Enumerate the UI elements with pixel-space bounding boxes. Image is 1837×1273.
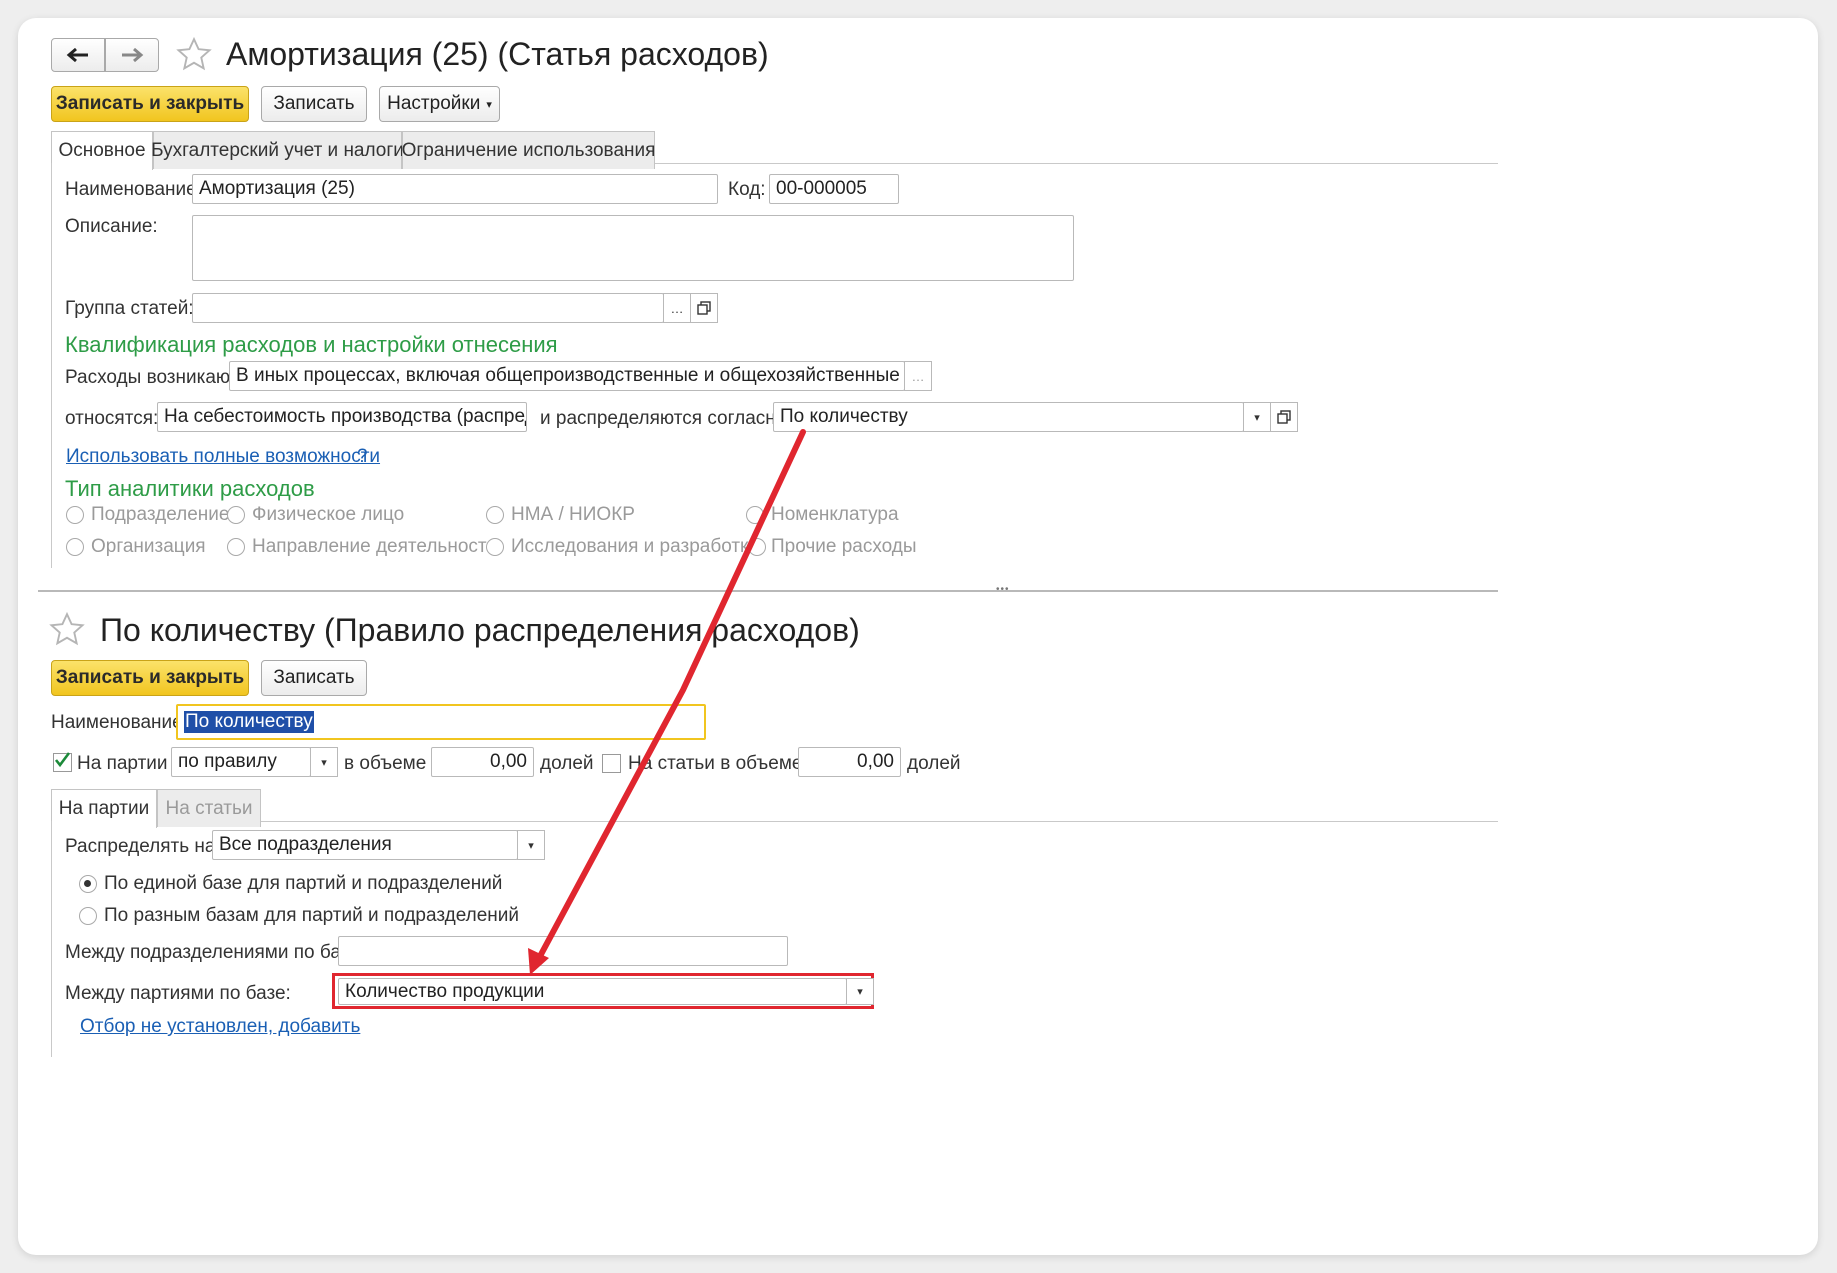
- distribute-rule-field[interactable]: По количеству: [773, 402, 1244, 432]
- volume-field[interactable]: 0,00: [431, 747, 534, 777]
- group-select-button[interactable]: …: [663, 293, 691, 323]
- open-window-icon: [1277, 410, 1291, 424]
- items-checkbox[interactable]: [602, 754, 621, 773]
- qualification-heading: Квалификация расходов и настройки отнесе…: [65, 332, 558, 357]
- description-field[interactable]: [192, 215, 1074, 281]
- analytics-radio-person[interactable]: [227, 506, 245, 524]
- analytics-radio-nomenclature[interactable]: [746, 506, 764, 524]
- chevron-down-icon: ▾: [1254, 411, 1260, 424]
- different-bases-label: По разным базам для партий и подразделен…: [104, 905, 520, 926]
- items-label: На статьи в объеме: [628, 753, 803, 774]
- group-open-button[interactable]: [690, 293, 718, 323]
- relate-field[interactable]: На себестоимость производства (распредел…: [157, 402, 527, 432]
- analytics-radio-department[interactable]: [66, 506, 84, 524]
- group-label: Группа статей:: [65, 298, 194, 319]
- save-close-button[interactable]: Записать и закрыть: [51, 86, 249, 122]
- relate-label: относятся:: [65, 408, 159, 429]
- chevron-down-icon: ▾: [321, 756, 327, 769]
- save-button[interactable]: Записать: [261, 86, 367, 122]
- analytics-label-organization: Организация: [91, 536, 206, 557]
- full-features-link[interactable]: Использовать полные возможности: [66, 446, 380, 468]
- items-volume-field[interactable]: 0,00: [798, 747, 901, 777]
- settings-button[interactable]: Настройки ▾: [379, 86, 500, 122]
- batches-label: На партии: [77, 753, 168, 774]
- settings-label: Настройки: [387, 93, 481, 114]
- analytics-label-direction: Направление деятельности: [252, 536, 498, 557]
- chevron-down-icon: ▾: [528, 839, 534, 852]
- distribute-dropdown-button[interactable]: ▾: [1243, 402, 1271, 432]
- between-batches-dropdown[interactable]: ▾: [846, 978, 874, 1005]
- window-title: Амортизация (25) (Статья расходов): [226, 36, 769, 72]
- code-field[interactable]: 00-000005: [769, 174, 899, 204]
- tab-items[interactable]: На статьи: [157, 789, 261, 827]
- checkmark-icon: [54, 752, 71, 768]
- distribute-label: и распределяются согласно:: [540, 408, 792, 429]
- open-window-icon: [697, 301, 711, 315]
- tab-main[interactable]: Основное: [51, 131, 153, 170]
- rule-tab-panel-border: [51, 821, 52, 1057]
- arise-label: Расходы возникают:: [65, 367, 244, 388]
- rule-save-close-button[interactable]: Записать и закрыть: [51, 660, 249, 696]
- chevron-down-icon: ▾: [486, 98, 492, 111]
- between-batches-field[interactable]: Количество продукции: [338, 978, 847, 1005]
- analytics-radio-intangible[interactable]: [486, 506, 504, 524]
- rule-name-label: Наименование:: [51, 712, 188, 733]
- arrow-right-icon: [122, 47, 144, 63]
- between-depts-label: Между подразделениями по базе:: [65, 942, 366, 963]
- star-icon[interactable]: [175, 36, 213, 74]
- volume-label: в объеме: [344, 753, 427, 774]
- rule-window-title: По количеству (Правило распределения рас…: [100, 612, 860, 648]
- single-base-label: По единой базе для партий и подразделени…: [104, 873, 503, 894]
- analytics-label-intangible: НМА / НИОКР: [511, 504, 635, 525]
- analytics-radio-direction[interactable]: [227, 538, 245, 556]
- help-icon[interactable]: ?: [357, 446, 368, 468]
- distribute-to-field[interactable]: Все подразделения: [212, 830, 518, 860]
- distribute-to-dropdown[interactable]: ▾: [517, 830, 545, 860]
- name-label: Наименование:: [65, 179, 202, 200]
- between-batches-label: Между партиями по базе:: [65, 983, 291, 1004]
- arise-field[interactable]: В иных процессах, включая общепроизводст…: [229, 361, 905, 391]
- batches-rule-field[interactable]: по правилу: [171, 747, 311, 777]
- batches-rule-dropdown[interactable]: ▾: [310, 747, 338, 777]
- splitter-handle[interactable]: •••: [996, 584, 1010, 595]
- analytics-label-person: Физическое лицо: [252, 504, 405, 525]
- tab-panel-border: [51, 163, 52, 568]
- analytics-radio-organization[interactable]: [66, 538, 84, 556]
- items-shares-label: долей: [907, 753, 961, 774]
- distribute-open-button[interactable]: [1270, 402, 1298, 432]
- rule-save-button[interactable]: Записать: [261, 660, 367, 696]
- name-field[interactable]: Амортизация (25): [192, 174, 718, 204]
- single-base-radio[interactable]: [79, 875, 97, 893]
- analytics-label-research: Исследования и разработки: [511, 536, 759, 557]
- rule-name-value: По количеству: [184, 711, 314, 733]
- rule-name-field[interactable]: По количеству: [176, 704, 706, 740]
- chevron-down-icon: ▾: [857, 986, 863, 998]
- rule-tabs-baseline: [51, 821, 1498, 822]
- code-label: Код:: [728, 179, 766, 200]
- analytics-label-other: Прочие расходы: [771, 536, 917, 557]
- forward-button[interactable]: [105, 38, 159, 72]
- between-depts-field[interactable]: [338, 936, 788, 966]
- arise-select-button[interactable]: …: [904, 361, 932, 391]
- different-bases-radio[interactable]: [79, 907, 97, 925]
- tab-batches[interactable]: На партии: [51, 789, 157, 828]
- analytics-label-department: Подразделение: [91, 504, 230, 525]
- back-button[interactable]: [51, 38, 105, 72]
- tab-restrictions[interactable]: Ограничение использования: [402, 131, 655, 169]
- distribute-to-label: Распределять на:: [65, 836, 221, 857]
- analytics-radio-other[interactable]: [748, 538, 766, 556]
- filter-link[interactable]: Отбор не установлен, добавить: [80, 1016, 360, 1038]
- shares-label: долей: [540, 753, 594, 774]
- splitter-line[interactable]: [38, 590, 1498, 592]
- analytics-label-nomenclature: Номенклатура: [771, 504, 899, 525]
- analytics-radio-research[interactable]: [486, 538, 504, 556]
- arrow-left-icon: [66, 47, 88, 63]
- batches-checkbox[interactable]: [53, 752, 72, 772]
- analytics-heading: Тип аналитики расходов: [65, 476, 315, 501]
- description-label: Описание:: [65, 216, 158, 237]
- tab-accounting[interactable]: Бухгалтерский учет и налоги: [151, 131, 404, 169]
- group-field[interactable]: [192, 293, 664, 323]
- star-icon[interactable]: [48, 611, 86, 649]
- screenshot-card: Амортизация (25) (Статья расходов) Запис…: [18, 18, 1818, 1255]
